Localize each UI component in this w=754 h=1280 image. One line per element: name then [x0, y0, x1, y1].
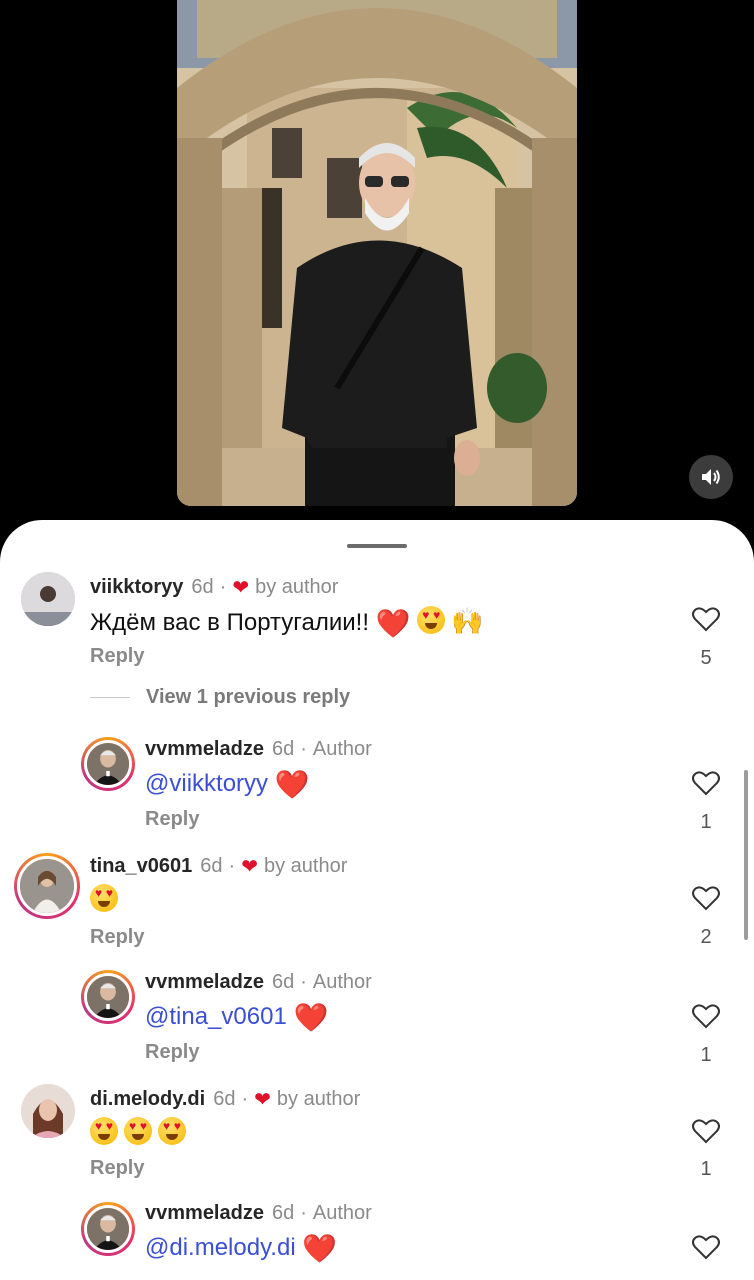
author-badge: Author: [312, 971, 372, 993]
view-previous-replies[interactable]: View 1 previous reply: [90, 686, 350, 709]
avatar[interactable]: [21, 1084, 75, 1138]
heart-eyes-emoji: [90, 1117, 118, 1145]
heart-eyes-emoji: [90, 884, 118, 912]
comment-time: 6d: [271, 738, 295, 760]
view-previous-label[interactable]: View 1 previous reply: [146, 686, 350, 709]
heart-eyes-emoji: [417, 606, 446, 634]
avatar[interactable]: [21, 572, 75, 626]
comment-time: 6d: [213, 1088, 236, 1110]
like-count: 1: [700, 811, 712, 833]
like-heart-icon[interactable]: [691, 1116, 721, 1146]
author-heart-icon: ❤: [254, 1089, 271, 1111]
author-badge: Author: [312, 738, 372, 760]
author-badge: Author: [312, 1202, 372, 1224]
mention-link[interactable]: @tina_v0601: [145, 1003, 287, 1030]
separator-dot: ·: [300, 738, 307, 760]
like-heart-icon[interactable]: [691, 604, 721, 634]
comment-text: [90, 1117, 192, 1148]
like-heart-icon[interactable]: [691, 883, 721, 913]
reply-button[interactable]: Reply: [90, 645, 144, 668]
reply-button[interactable]: Reply: [145, 1041, 199, 1064]
comment-username[interactable]: vvmmeladze: [145, 1202, 264, 1225]
comment-text: [90, 884, 124, 915]
reply-button[interactable]: Reply: [145, 808, 199, 831]
like-heart-icon[interactable]: [691, 1232, 721, 1262]
heart-eyes-emoji: [158, 1117, 186, 1145]
separator-dot: ·: [241, 1088, 249, 1110]
avatar[interactable]: [81, 1202, 135, 1256]
like-count: 1: [700, 1158, 712, 1180]
comment-time: 6d: [200, 855, 223, 877]
avatar[interactable]: [14, 853, 80, 919]
author-liked-badge: by author: [276, 1088, 361, 1110]
author-heart-icon: ❤: [232, 577, 250, 599]
video-area: [0, 0, 754, 540]
red-heart-emoji: ❤️: [274, 769, 310, 800]
comment-username[interactable]: vvmmeladze: [145, 738, 264, 761]
sound-button[interactable]: [689, 455, 733, 499]
video-player[interactable]: [177, 0, 577, 506]
author-liked-badge: by author: [263, 855, 348, 877]
like-count: 2: [700, 926, 712, 948]
red-heart-emoji: ❤️: [293, 1002, 329, 1033]
avatar[interactable]: [81, 970, 135, 1024]
comment-text-content: Ждём вас в Португалии!!: [90, 609, 376, 636]
comment-text: @tina_v0601 ❤️: [145, 1001, 328, 1034]
comments-sheet: viikktoryy 6d · ❤ by author Ждём вас в П…: [0, 520, 754, 1280]
like-heart-icon[interactable]: [691, 768, 721, 798]
red-heart-emoji: ❤️: [375, 608, 411, 639]
raising-hands-emoji: 🙌: [451, 606, 484, 636]
scrollbar[interactable]: [744, 770, 748, 940]
comment-username[interactable]: viikktoryy: [90, 576, 183, 599]
comment-username[interactable]: vvmmeladze: [145, 971, 264, 994]
comment-time: 6d: [271, 1202, 295, 1224]
separator-dot: ·: [300, 971, 307, 993]
speaker-icon: [702, 469, 720, 485]
sheet-grabber[interactable]: [347, 544, 407, 548]
like-count: 5: [700, 647, 712, 669]
separator-dot: ·: [228, 855, 236, 877]
author-heart-icon: ❤: [241, 856, 258, 878]
comment-time: 6d: [271, 971, 295, 993]
reply-button[interactable]: Reply: [90, 1157, 144, 1180]
author-liked-badge: by author: [255, 576, 339, 598]
comment-text: @di.melody.di ❤️: [145, 1232, 337, 1265]
comment-username[interactable]: di.melody.di: [90, 1088, 205, 1111]
separator-dot: ·: [219, 576, 227, 598]
comment-text: @viikktoryy ❤️: [145, 768, 310, 801]
mention-link[interactable]: @di.melody.di: [145, 1234, 296, 1261]
red-heart-emoji: ❤️: [302, 1233, 338, 1264]
reply-button[interactable]: Reply: [90, 926, 144, 949]
comment-username[interactable]: tina_v0601: [90, 855, 192, 878]
heart-eyes-emoji: [124, 1117, 152, 1145]
separator-dot: ·: [300, 1202, 307, 1224]
comment-text: Ждём вас в Португалии!! ❤️ 🙌: [90, 606, 484, 640]
divider-line: [90, 697, 130, 698]
mention-link[interactable]: @viikktoryy: [145, 770, 268, 797]
like-count: 1: [700, 1044, 712, 1066]
avatar[interactable]: [81, 737, 135, 791]
like-heart-icon[interactable]: [691, 1001, 721, 1031]
comment-time: 6d: [191, 576, 214, 598]
